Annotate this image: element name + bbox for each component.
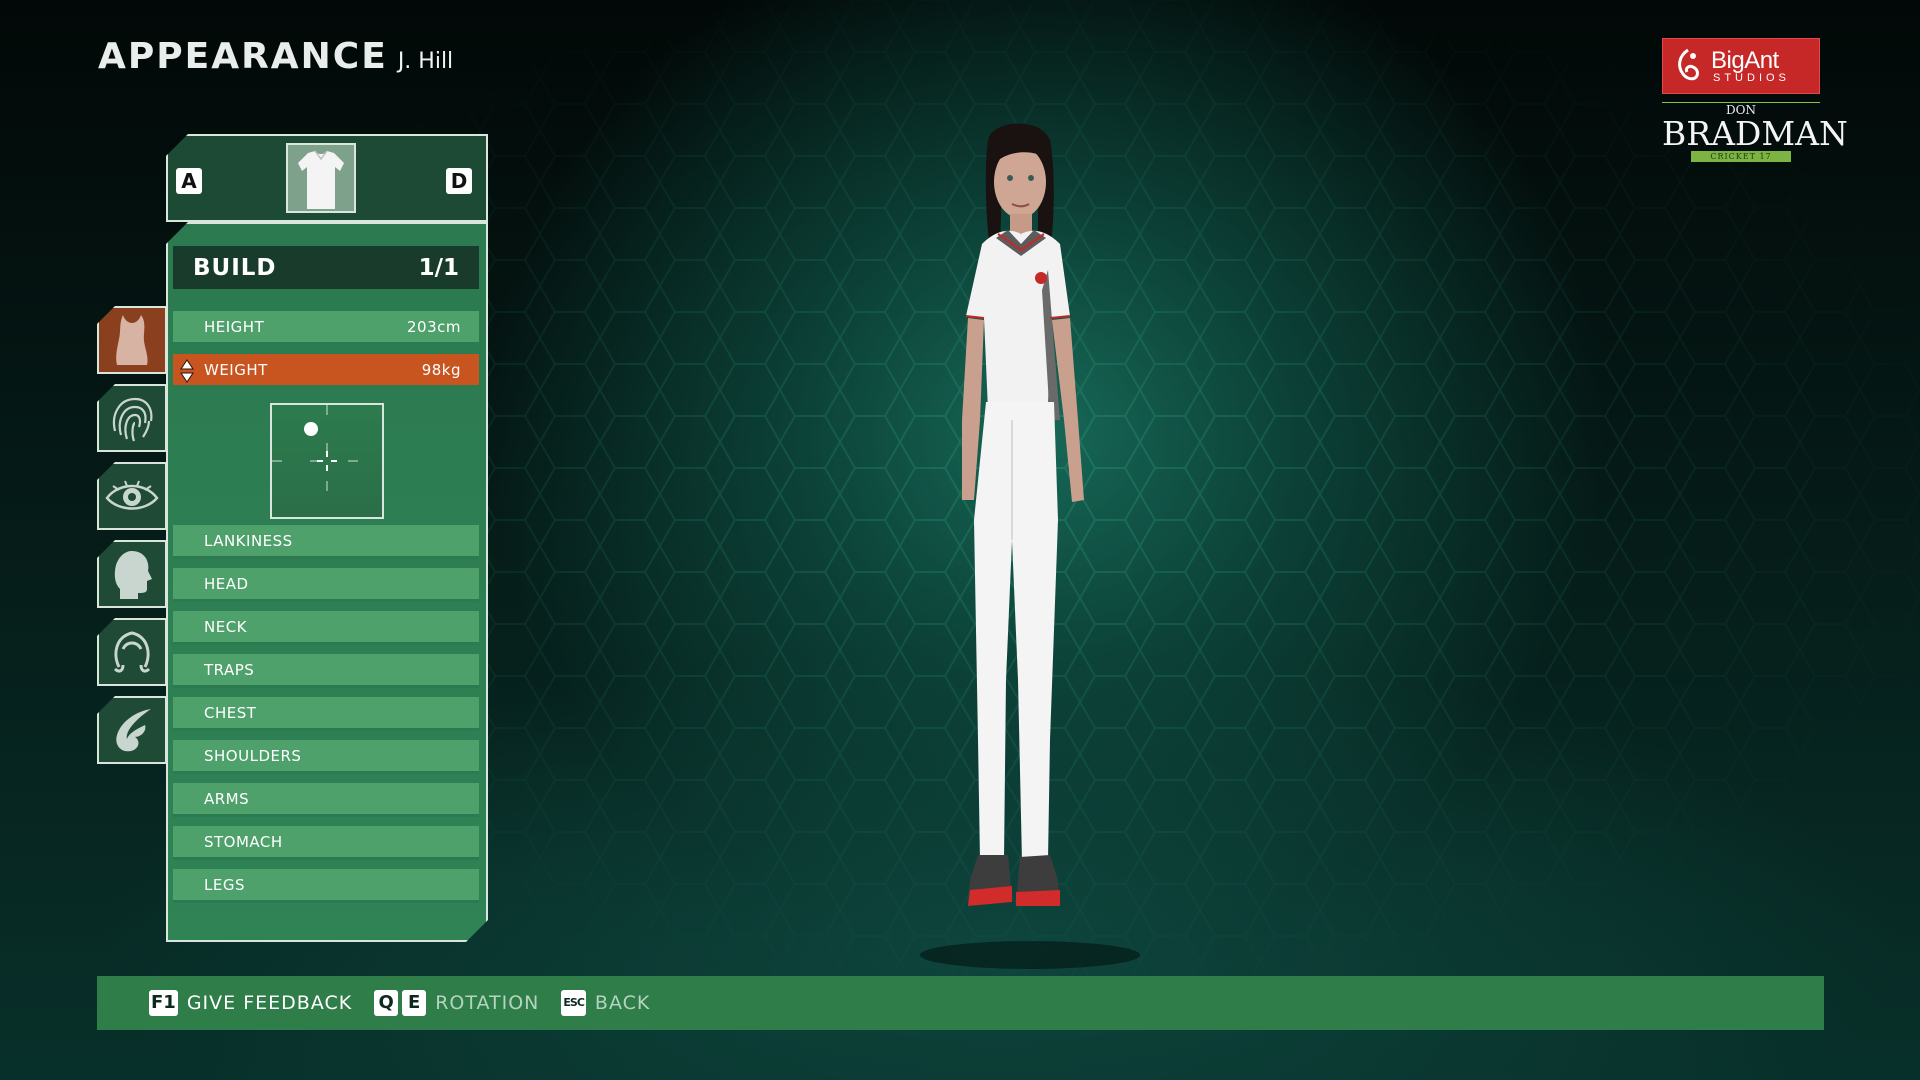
hint-label: ROTATION: [435, 992, 540, 1014]
game-title: BRADMAN: [1662, 114, 1848, 153]
row-label: STOMACH: [204, 832, 283, 851]
row-traps[interactable]: TRAPS: [173, 654, 479, 688]
row-value: 98kg: [421, 360, 461, 379]
tab-head[interactable]: [97, 540, 167, 608]
section-page: 1/1: [418, 254, 459, 281]
next-key-hint[interactable]: D: [446, 168, 472, 194]
key-q: Q: [374, 990, 399, 1016]
controls-bar: F1 GIVE FEEDBACK Q E ROTATION ESC BACK: [97, 976, 1824, 1030]
row-label: NECK: [204, 617, 248, 636]
row-arms[interactable]: ARMS: [173, 783, 479, 817]
player-name: J. Hill: [397, 49, 454, 74]
row-head[interactable]: HEAD: [173, 568, 479, 602]
tab-hair[interactable]: [97, 618, 167, 686]
section-label: BUILD: [193, 254, 277, 281]
studio-name: BigAnt: [1711, 46, 1779, 74]
eye-icon: [105, 480, 159, 510]
game-logo: BigAnt STUDIOS DON BRADMAN CRICKET 17: [1662, 38, 1848, 162]
player-model[interactable]: [900, 120, 1160, 970]
key-f1: F1: [149, 990, 178, 1016]
row-legs[interactable]: LEGS: [173, 869, 479, 903]
page-title: APPEARANCE: [98, 36, 388, 77]
key-e: E: [402, 990, 427, 1016]
tab-body[interactable]: [97, 306, 167, 374]
crosshair-icon: [272, 405, 382, 517]
row-label: LANKINESS: [204, 531, 293, 550]
studio-sub: STUDIOS: [1713, 71, 1790, 84]
hint-label: BACK: [594, 992, 651, 1014]
hint-label: GIVE FEEDBACK: [186, 992, 353, 1014]
pad-cursor[interactable]: [304, 422, 318, 436]
fingerprint-icon: [112, 397, 153, 442]
tab-tattoo[interactable]: [97, 696, 167, 764]
bigant-ant-icon: [1678, 48, 1699, 81]
row-label: HEAD: [204, 574, 249, 593]
bigant-logo: BigAnt STUDIOS: [1662, 38, 1820, 94]
row-height[interactable]: HEIGHT 203cm: [173, 311, 479, 345]
tattoo-icon: [116, 709, 151, 752]
head-icon: [114, 551, 152, 599]
key-esc: ESC: [561, 990, 586, 1016]
row-label: HEIGHT: [204, 317, 265, 336]
row-label: ARMS: [204, 789, 250, 808]
row-label: WEIGHT: [204, 360, 268, 379]
row-label: LEGS: [204, 875, 245, 894]
polo-shirt-icon: [298, 150, 344, 209]
section-header: BUILD 1/1: [173, 246, 479, 289]
hair-icon: [113, 631, 151, 673]
hint-rotation[interactable]: Q E ROTATION: [374, 990, 539, 1016]
hint-give-feedback[interactable]: F1 GIVE FEEDBACK: [149, 990, 352, 1016]
item-thumbnail[interactable]: [286, 143, 356, 213]
tab-skin[interactable]: [97, 384, 167, 452]
hint-back[interactable]: ESC BACK: [561, 990, 650, 1016]
row-stomach[interactable]: STOMACH: [173, 826, 479, 860]
tab-eyes[interactable]: [97, 462, 167, 530]
build-adjust-pad[interactable]: [270, 403, 384, 519]
row-value: 203cm: [407, 317, 461, 336]
row-shoulders[interactable]: SHOULDERS: [173, 740, 479, 774]
row-label: CHEST: [204, 703, 257, 722]
row-weight[interactable]: WEIGHT 98kg: [173, 354, 479, 388]
page-header: APPEARANCE J. Hill: [98, 36, 453, 77]
row-neck[interactable]: NECK: [173, 611, 479, 645]
up-down-arrows-icon: [180, 359, 194, 383]
row-label: TRAPS: [204, 660, 255, 679]
row-label: SHOULDERS: [204, 746, 302, 765]
row-chest[interactable]: CHEST: [173, 697, 479, 731]
prev-key-hint[interactable]: A: [176, 168, 202, 194]
row-lankiness[interactable]: LANKINESS: [173, 525, 479, 559]
body-icon: [116, 315, 148, 365]
